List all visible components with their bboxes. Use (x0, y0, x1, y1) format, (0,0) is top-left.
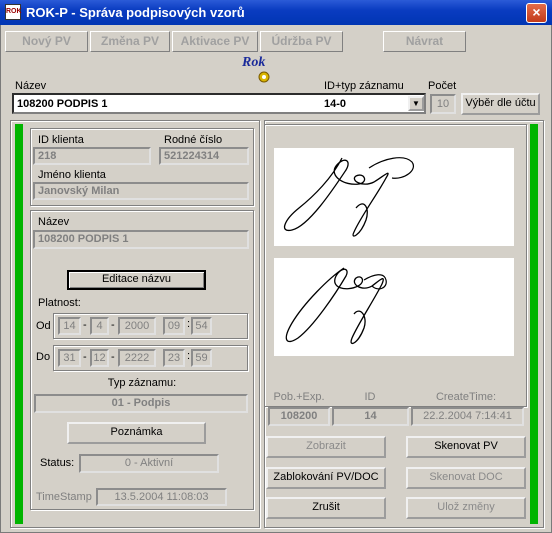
return-button[interactable]: Návrat (383, 31, 466, 52)
note-button[interactable]: Poznámka (67, 422, 206, 444)
maintain-pv-button[interactable]: Údržba PV (260, 31, 343, 52)
signature-drawing-1 (283, 157, 414, 237)
validity-label: Platnost: (38, 297, 81, 309)
status-field: 0 - Aktivní (79, 454, 219, 473)
name-combobox[interactable]: 108200 PODPIS 1 14-0 ▼ (12, 93, 426, 114)
to-day: 31 (58, 349, 81, 367)
to-sep-1: - (83, 351, 87, 363)
right-green-bar (530, 124, 538, 524)
client-id-label: ID klienta (38, 134, 84, 146)
close-button[interactable]: × (526, 3, 547, 23)
scan-doc-button[interactable]: Skenovat DOC (406, 467, 526, 489)
to-label: Do (36, 351, 51, 363)
signature-drawing-2 (285, 267, 387, 345)
info-id-field: 14 (332, 407, 409, 426)
from-sep-1: - (83, 319, 87, 331)
signature-image-1 (274, 148, 514, 246)
from-label: Od (36, 320, 51, 332)
signature-image-2 (274, 258, 514, 356)
from-minute: 54 (191, 317, 212, 335)
id-type-value: 14-0 (324, 98, 347, 110)
change-pv-button[interactable]: Změna PV (90, 31, 170, 52)
cancel-button[interactable]: Zrušit (266, 497, 386, 519)
chevron-down-icon[interactable]: ▼ (408, 96, 424, 111)
new-pv-button[interactable]: Nový PV (5, 31, 88, 52)
client-name-label: Jméno klienta (38, 169, 106, 181)
record-name-field: 108200 PODPIS 1 (33, 230, 249, 249)
record-type-field: 01 - Podpis (34, 394, 248, 413)
left-green-bar (15, 124, 23, 524)
rok-logo: Rok (242, 55, 278, 85)
info-id-label: ID (364, 391, 376, 403)
client-id-field: 218 (33, 147, 151, 165)
timestamp-field: 13.5.2004 11:08:03 (96, 488, 227, 506)
to-minute: 59 (191, 349, 212, 367)
name-value: 108200 PODPIS 1 (17, 98, 108, 110)
from-sep-2: - (111, 319, 115, 331)
status-label: Status: (40, 457, 75, 469)
to-hour: 23 (163, 349, 185, 367)
from-day: 14 (58, 317, 81, 335)
nazev-label: Název (15, 80, 47, 92)
select-by-account-button[interactable]: Výběr dle účtu (461, 93, 540, 115)
client-name-field: Janovský Milan (33, 182, 249, 200)
to-month: 12 (90, 349, 109, 367)
from-colon: : (187, 318, 191, 330)
birth-number-field: 521224314 (159, 147, 249, 165)
count-label: Počet (428, 80, 457, 92)
record-type-label: Typ záznamu: (107, 377, 177, 389)
birth-number-label: Rodné číslo (164, 134, 223, 146)
branch-exp-field: 108200 (268, 407, 330, 426)
to-year: 2222 (118, 349, 156, 367)
to-colon: : (187, 350, 191, 362)
create-time-label: CreateTime: (435, 391, 497, 403)
record-name-label: Název (38, 216, 70, 228)
from-year: 2000 (118, 317, 156, 335)
to-sep-2: - (111, 351, 115, 363)
timestamp-label: TimeStamp (36, 491, 92, 503)
app-icon: ROK (5, 4, 22, 20)
create-time-field: 22.2.2004 7:14:41 (411, 407, 524, 426)
title-bar: ROK ROK-P - Správa podpisových vzorů × (0, 0, 552, 25)
window-title: ROK-P - Správa podpisových vzorů (26, 5, 245, 20)
from-hour: 09 (163, 317, 185, 335)
show-button[interactable]: Zobrazit (266, 436, 386, 458)
branch-exp-label: Pob.+Exp. (273, 391, 325, 403)
scan-pv-button[interactable]: Skenovat PV (406, 436, 526, 458)
count-field: 10 (430, 94, 456, 114)
block-pv-doc-button[interactable]: Zablokování PV/DOC (266, 467, 386, 489)
save-changes-button[interactable]: Ulož změny (406, 497, 526, 519)
edit-name-button[interactable]: Editace názvu (67, 270, 206, 290)
from-month: 4 (90, 317, 109, 335)
activate-pv-button[interactable]: Aktivace PV (172, 31, 258, 52)
id-type-label: ID+typ záznamu (324, 80, 404, 92)
